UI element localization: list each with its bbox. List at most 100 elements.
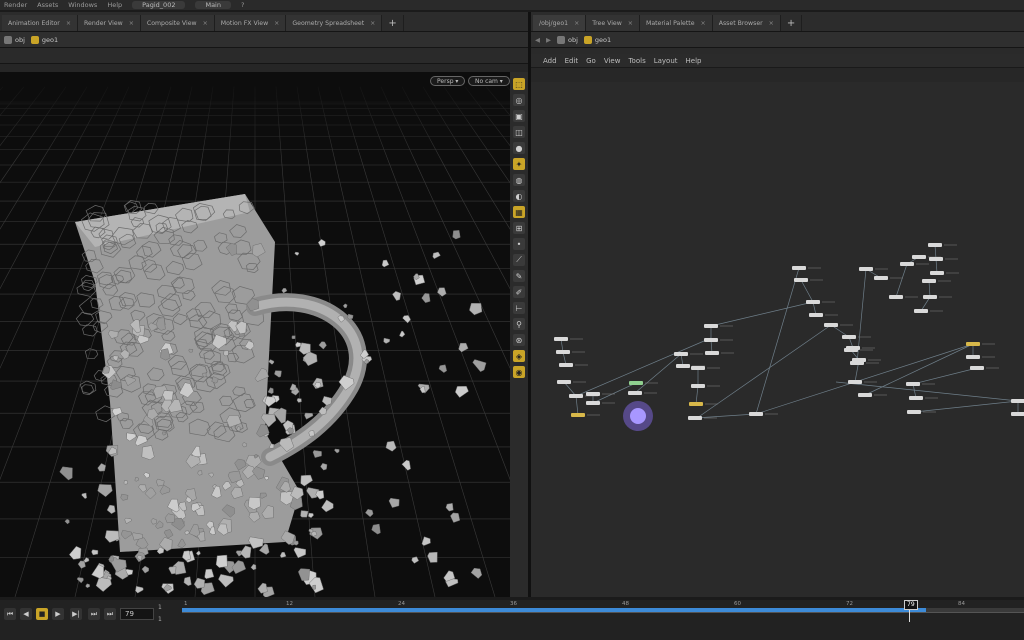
- network-node[interactable]: [1011, 412, 1024, 416]
- network-node[interactable]: [1011, 399, 1024, 403]
- ghost-icon[interactable]: ◍: [513, 174, 525, 186]
- network-node[interactable]: [930, 271, 944, 275]
- network-node[interactable]: [848, 380, 862, 384]
- tab-render-view[interactable]: Render View ×: [78, 15, 141, 31]
- menu-windows[interactable]: Windows: [68, 1, 97, 9]
- no-cam-menu[interactable]: No cam ▾: [468, 76, 510, 86]
- display-icon[interactable]: ◐: [513, 190, 525, 202]
- shading-icon[interactable]: ●: [513, 142, 525, 154]
- measure-icon[interactable]: ⊢: [513, 302, 525, 314]
- close-icon[interactable]: ×: [769, 20, 774, 27]
- jump-end-icon[interactable]: ⏭: [88, 608, 100, 620]
- network-node[interactable]: [704, 324, 718, 328]
- jump-end-alt-icon[interactable]: ⏭: [104, 608, 116, 620]
- tab-composite-view[interactable]: Composite View ×: [140, 15, 215, 31]
- edge-icon[interactable]: ⟋: [513, 254, 525, 266]
- handle-icon[interactable]: ◈: [513, 350, 525, 362]
- playhead[interactable]: [909, 610, 910, 622]
- network-node[interactable]: [691, 384, 705, 388]
- network-node[interactable]: [806, 300, 820, 304]
- close-icon[interactable]: ×: [701, 20, 706, 27]
- step-back-icon[interactable]: ◀: [20, 608, 32, 620]
- tab-asset-browser[interactable]: Asset Browser ×: [712, 15, 781, 31]
- close-icon[interactable]: ×: [628, 20, 633, 27]
- network-node[interactable]: [691, 366, 705, 370]
- network-node[interactable]: [689, 402, 703, 406]
- help-icon[interactable]: ?: [241, 1, 244, 9]
- grid-icon[interactable]: ⊞: [513, 222, 525, 234]
- add-tab-icon[interactable]: +: [781, 15, 803, 31]
- network-node[interactable]: [914, 309, 928, 313]
- close-icon[interactable]: ×: [574, 20, 579, 27]
- network-node[interactable]: [912, 255, 926, 259]
- jump-start-icon[interactable]: ⏮: [4, 608, 16, 620]
- network-node[interactable]: [571, 413, 585, 417]
- constraint-icon[interactable]: ⊛: [513, 334, 525, 346]
- menu-assets[interactable]: Assets: [37, 1, 58, 9]
- network-node[interactable]: [909, 396, 923, 400]
- play-icon[interactable]: ▶: [52, 608, 64, 620]
- network-node[interactable]: [794, 278, 808, 282]
- network-node[interactable]: [674, 352, 688, 356]
- tab-geometry-spreadsheet[interactable]: Geometry Spreadsheet ×: [286, 15, 383, 31]
- add-tab-icon[interactable]: +: [382, 15, 404, 31]
- network-node[interactable]: [907, 410, 921, 414]
- tab-network[interactable]: /obj/geo1 ×: [533, 15, 587, 31]
- menu-add[interactable]: Add: [543, 57, 557, 65]
- network-node[interactable]: [923, 295, 937, 299]
- tab-motion-fx-view[interactable]: Motion FX View ×: [214, 15, 287, 31]
- playhead-label[interactable]: 79: [904, 600, 918, 610]
- network-node[interactable]: [906, 382, 920, 386]
- menu-layout[interactable]: Layout: [654, 57, 678, 65]
- network-node[interactable]: [676, 364, 690, 368]
- network-node[interactable]: [842, 335, 856, 339]
- network-node[interactable]: [586, 392, 600, 396]
- select-tool-icon[interactable]: ⬚: [513, 78, 525, 90]
- menu-tools[interactable]: Tools: [628, 57, 645, 65]
- network-node[interactable]: [792, 266, 806, 270]
- close-icon[interactable]: ×: [66, 20, 71, 27]
- file-name-field[interactable]: Pagid_002: [132, 1, 186, 9]
- brush-icon[interactable]: ✎: [513, 270, 525, 282]
- menu-render[interactable]: Render: [4, 1, 27, 9]
- network-node[interactable]: [922, 279, 936, 283]
- path-obj[interactable]: obj: [557, 35, 578, 44]
- menu-edit[interactable]: Edit: [565, 57, 579, 65]
- network-node[interactable]: [557, 380, 571, 384]
- path-geo[interactable]: geo1: [583, 35, 611, 44]
- network-node[interactable]: [900, 262, 914, 266]
- network-node[interactable]: [966, 342, 980, 346]
- stop-icon[interactable]: ■: [36, 608, 48, 620]
- network-node[interactable]: [704, 338, 718, 342]
- lock-icon[interactable]: ▣: [513, 110, 525, 122]
- network-node[interactable]: [628, 391, 642, 395]
- range-end-value[interactable]: 1: [158, 616, 162, 623]
- menu-view[interactable]: View: [604, 57, 621, 65]
- point-icon[interactable]: •: [513, 238, 525, 250]
- tab-material-palette[interactable]: Material Palette ×: [639, 15, 713, 31]
- visibility-icon[interactable]: ◉: [513, 366, 525, 378]
- node-network-canvas[interactable]: [531, 82, 1024, 597]
- network-node[interactable]: [554, 337, 568, 341]
- network-node[interactable]: [858, 393, 872, 397]
- light-icon[interactable]: ✦: [513, 158, 525, 170]
- range-start-value[interactable]: 1: [158, 604, 162, 611]
- network-node[interactable]: [556, 350, 570, 354]
- forward-icon[interactable]: ▶: [546, 36, 551, 44]
- network-node[interactable]: [970, 366, 984, 370]
- bone-icon[interactable]: ⚲: [513, 318, 525, 330]
- network-node[interactable]: [629, 381, 643, 385]
- camera-menu[interactable]: Persp ▾: [430, 76, 466, 86]
- network-node[interactable]: [929, 257, 943, 261]
- network-node[interactable]: [569, 394, 583, 398]
- network-node[interactable]: [874, 276, 888, 280]
- desktop-selector[interactable]: Main: [195, 1, 231, 9]
- tab-animation-editor[interactable]: Animation Editor ×: [2, 15, 79, 31]
- close-icon[interactable]: ×: [129, 20, 134, 27]
- selected-node[interactable]: [630, 408, 646, 424]
- menu-go[interactable]: Go: [586, 57, 596, 65]
- network-node[interactable]: [705, 351, 719, 355]
- network-node[interactable]: [559, 363, 573, 367]
- tab-tree-view[interactable]: Tree View ×: [586, 15, 640, 31]
- path-obj[interactable]: obj: [4, 35, 25, 44]
